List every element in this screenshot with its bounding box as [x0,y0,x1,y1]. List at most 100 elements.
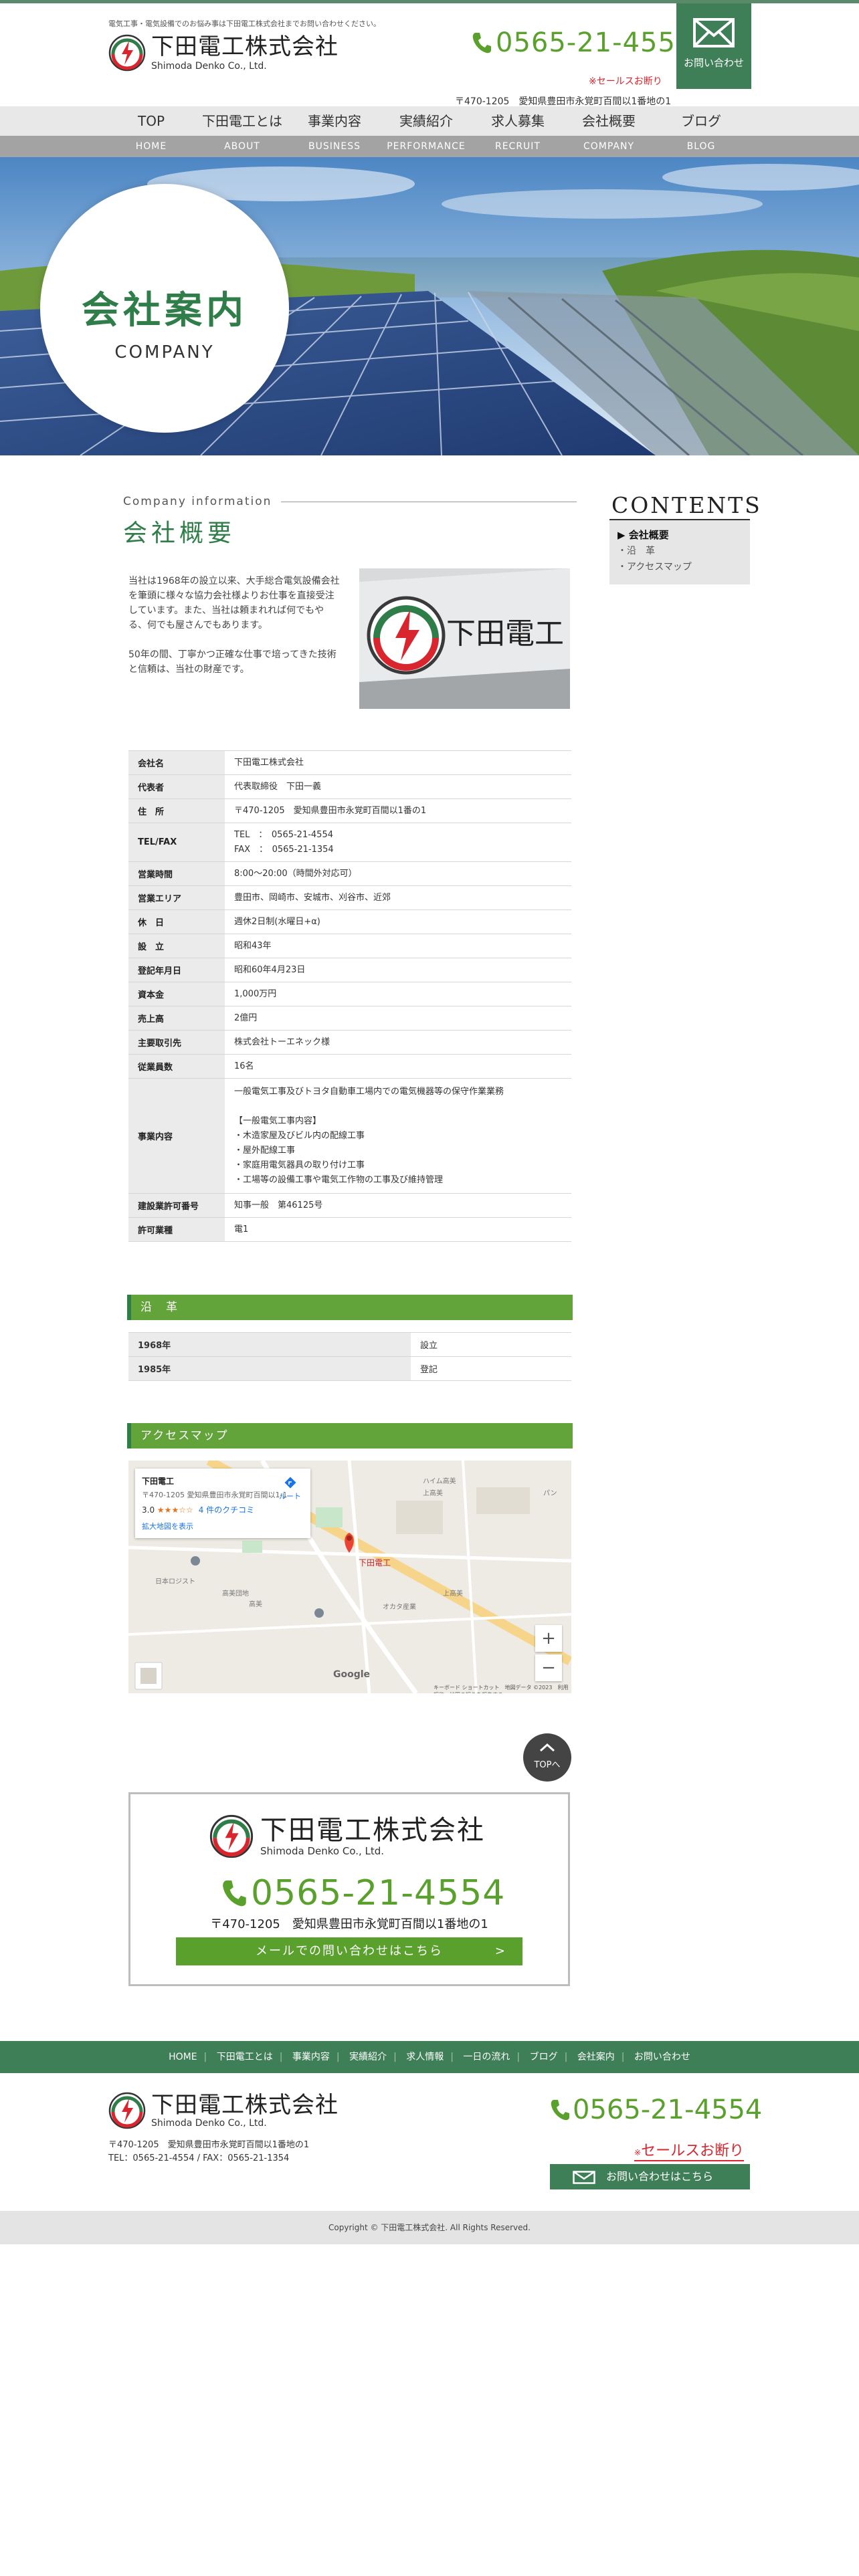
map-area-label: オカタ産業 [383,1604,416,1611]
history-table: 1968年 設立 1985年 登記 [128,1332,571,1381]
footer-telfax: TEL：0565-21-4554 / FAX：0565-21-1354 [108,2153,290,2163]
footer-contact-label: お問い合わせはこちら [606,2170,714,2183]
footer-nav-company[interactable]: 会社案内 [577,2052,615,2062]
contact-box-phone[interactable]: 0565-21-4554 [221,1873,505,1913]
intro-paragraph: 当社は1968年の設立以来、大手総合電気設備会社を筆頭に様々な協力会社様よりお仕… [128,576,340,631]
footer-contact-button[interactable]: お問い合わせはこちら [550,2164,750,2189]
map-attribution[interactable]: キーボード ショートカット 地図データ ©2023 利用規約 地図の誤りを報告す… [434,1684,571,1693]
sidebar-item-history[interactable]: ・沿 革 [617,543,742,559]
access-map[interactable]: 下田電工 〒470-1205 愛知県豊田市永覚町百間以1-1 3.0 ★★★☆☆… [128,1461,571,1693]
company-intro: 当社は1968年の設立以来、大手総合電気設備会社を筆頭に様々な協力会社様よりお仕… [128,574,343,691]
footer-nav-separator: | [393,2052,397,2062]
info-value: 電1 [225,1217,571,1242]
global-nav: TOP HOME 下田電工とは ABOUT 事業内容 BUSINESS 実績紹介 PER… [0,106,859,157]
logo-company-name-en: Shimoda Denko Co., Ltd. [151,61,267,72]
map-larger-link[interactable]: 拡大地図を表示 [142,1521,304,1531]
sign-text: 下田電工 [446,617,564,651]
nav-item-business[interactable]: 事業内容 BUSINESS [289,106,380,157]
sidebar-item-company-overview[interactable]: ▶ 会社概要 [617,527,742,543]
copyright: Copyright © 下田電工株式会社. All Rights Reserve… [0,2211,859,2244]
info-key: 休 日 [128,909,225,934]
table-row: 従業員数 16名 [128,1054,571,1079]
rating-stars-icon: ★★★☆☆ [157,1505,193,1515]
table-row: 建設業許可番号 知事一般 第46125号 [128,1193,571,1218]
footer-nav-separator: | [516,2052,520,2062]
footer-nav-separator: | [564,2052,568,2062]
map-directions-button[interactable]: ルート [279,1477,301,1501]
email-inquiry-button[interactable]: メールでの問い合わせはこちら > [176,1937,522,1965]
map-zoom-out-button[interactable]: − [535,1654,562,1681]
history-heading: 沿 革 [127,1295,573,1320]
info-value: 代表取締役 下田一義 [225,774,571,799]
nav-label-en: RECRUIT [494,141,541,152]
footer-nav-performance[interactable]: 実績紹介 [349,2052,387,2062]
header-tagline: 電気工事・電気設備でのお悩み事は下田電工株式会社までお問い合わせください。 [108,19,381,28]
footer-nav-contact[interactable]: お問い合わせ [634,2052,690,2062]
map-area-label: 日本ロジスト [155,1578,195,1586]
table-row: 設 立昭和43年 [128,934,571,958]
table-row: 会社名 下田電工株式会社 [128,750,571,775]
section-heading: 会社概要 [123,520,236,547]
info-key: 住 所 [128,798,225,823]
info-key: 主要取引先 [128,1030,225,1055]
logo-mark-icon [108,34,146,72]
footer-nav-daily-flow[interactable]: 一日の流れ [463,2052,510,2062]
nav-label: TOP [137,113,165,129]
nav-item-about[interactable]: 下田電工とは ABOUT [197,106,288,157]
contact-box-logo: 下田電工株式会社 Shimoda Denko Co., Ltd. [209,1814,485,1858]
footer-nav-home[interactable]: HOME [169,2052,197,2062]
sidebar-item-access-map[interactable]: ・アクセスマップ [617,559,742,575]
back-to-top-button[interactable]: TOPへ [523,1733,571,1782]
nav-item-company[interactable]: 会社概要 COMPANY [563,106,654,157]
hero-title: 会社案内 [82,289,248,332]
info-key: 売上高 [128,1006,225,1031]
table-row: 許可業種 電1 [128,1217,571,1242]
map-zoom-in-button[interactable]: + [535,1625,562,1652]
nav-item-blog[interactable]: ブログ BLOG [656,106,747,157]
footer-company-name: 下田電工株式会社 [151,2092,339,2119]
header-phone-number: 0565-21-4554 [496,27,694,58]
info-value: 16名 [225,1054,571,1079]
nav-item-recruit[interactable]: 求人募集 RECRUIT [472,106,563,157]
history-event: 設立 [411,1332,571,1357]
footer-nav-about[interactable]: 下田電工とは [217,2052,273,2062]
table-row: 売上高 2億円 [128,1006,571,1031]
footer-nav-recruit[interactable]: 求人情報 [406,2052,444,2062]
map-reviews-link[interactable]: 4 件のクチコミ [199,1505,254,1515]
footer-phone-number: 0565-21-4554 [573,2095,763,2125]
info-key: 資本金 [128,982,225,1006]
site-logo[interactable]: 下田電工株式会社 Shimoda Denko Co., Ltd. [108,34,339,72]
footer-nav-blog[interactable]: ブログ [530,2052,558,2062]
nav-item-performance[interactable]: 実績紹介 PERFORMANCE [381,106,472,157]
header-phone[interactable]: 0565-21-4554 [472,27,693,58]
nav-label: 下田電工とは [202,113,282,129]
map-area-label: 高美 [249,1601,262,1608]
info-value: 〒470-1205 愛知県豊田市永覚町百間以1番の1 [225,798,571,823]
mail-icon [693,18,735,47]
table-row: 1968年 設立 [128,1332,571,1357]
nav-label-en: BLOG [686,141,716,152]
info-value: 昭和60年4月23日 [225,958,571,982]
header-contact-button[interactable]: お問い合わせ [676,3,751,89]
map-area-label: 上高美 [423,1490,443,1497]
history-year: 1985年 [128,1356,411,1381]
info-key: 許可業種 [128,1217,225,1242]
footer-nav-business[interactable]: 事業内容 [292,2052,330,2062]
nav-label: ブログ [681,113,721,129]
info-key: 設 立 [128,934,225,958]
info-value: 2億円 [225,1006,571,1031]
info-value: 1,000万円 [225,982,571,1006]
info-value: 昭和43年 [225,934,571,958]
access-map-heading: アクセスマップ [127,1423,573,1448]
nav-label-en: HOME [135,141,167,152]
info-key: TEL/FAX [128,823,225,862]
directions-icon [284,1477,296,1489]
footer-phone[interactable]: 0565-21-4554 [550,2095,762,2125]
history-year: 1968年 [128,1332,411,1357]
sidebar-title: CONTENTS [611,492,762,518]
footer-nav-separator: | [203,2052,207,2062]
nav-item-top[interactable]: TOP HOME [106,106,197,157]
footer-logo[interactable]: 下田電工株式会社 Shimoda Denko Co., Ltd. [108,2092,339,2129]
footer-nav: HOME | 下田電工とは | 事業内容 | 実績紹介 | 求人情報 | 一日の流れ | ブ… [0,2041,859,2073]
intro-paragraph: 50年の間、丁寧かつ正確な仕事で培ってきた技術と信頼は、当社の財産です。 [128,649,337,675]
